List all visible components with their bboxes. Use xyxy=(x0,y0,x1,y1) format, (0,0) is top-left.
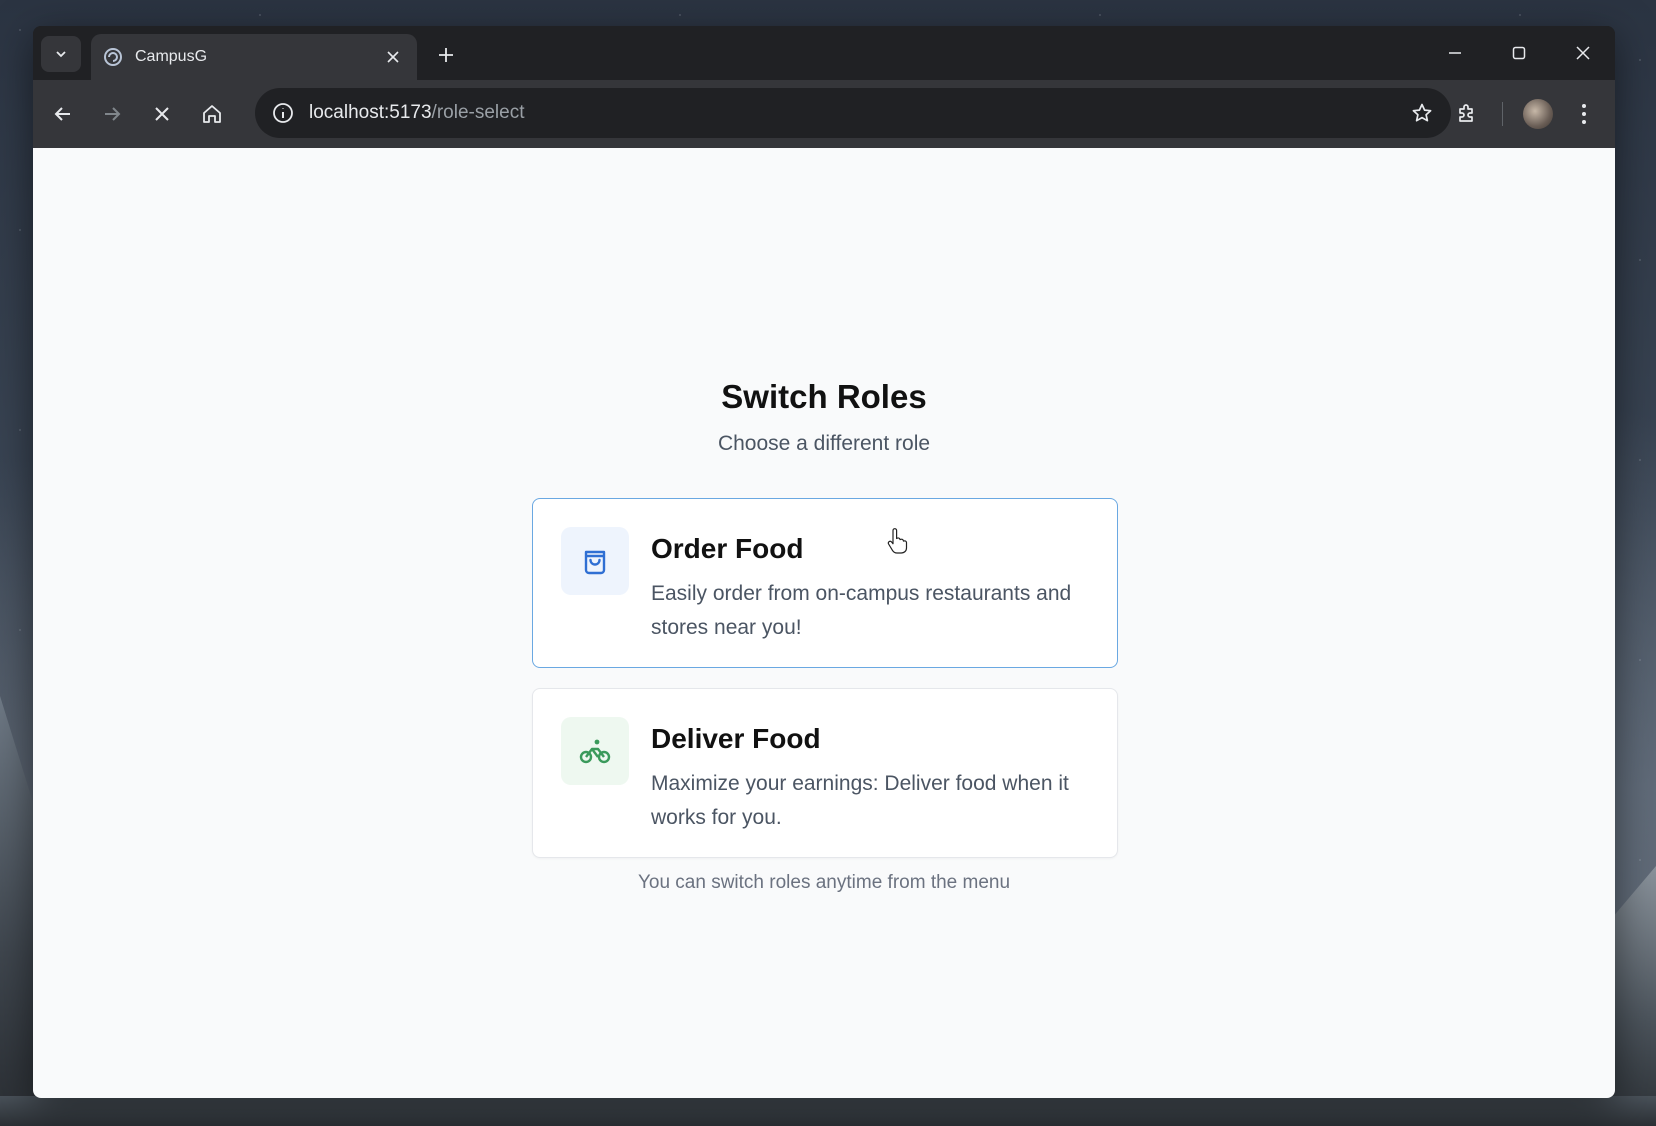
tab-close-button[interactable] xyxy=(381,45,405,69)
background-mountain-right xyxy=(1612,866,1656,1126)
order-food-text: Order Food Easily order from on-campus r… xyxy=(651,527,1089,639)
deliver-food-card[interactable]: Deliver Food Maximize your earnings: Del… xyxy=(532,688,1118,858)
minimize-icon xyxy=(1449,52,1461,54)
browser-tab[interactable]: CampusG xyxy=(91,34,417,80)
avatar xyxy=(1523,99,1553,129)
toolbar-divider xyxy=(1502,102,1503,126)
forward-button[interactable] xyxy=(95,97,129,131)
stop-loading-button[interactable] xyxy=(145,97,179,131)
role-name: Deliver Food xyxy=(651,723,821,754)
tab-title: CampusG xyxy=(135,48,208,65)
role-description: Easily order from on-campus restaurants … xyxy=(651,582,1072,639)
arrow-right-icon xyxy=(105,107,121,121)
url-host: localhost:5173 xyxy=(309,102,432,123)
url-text: localhost:5173/role-select xyxy=(309,102,1407,124)
order-food-card[interactable]: Order Food Easily order from on-campus r… xyxy=(532,498,1118,668)
toolbar-right-actions xyxy=(1444,80,1615,148)
maximize-button[interactable] xyxy=(1487,26,1551,80)
new-tab-button[interactable] xyxy=(431,40,461,70)
tab-search-button[interactable] xyxy=(41,36,81,72)
url-path: /role-select xyxy=(431,102,525,123)
site-info-icon[interactable] xyxy=(269,99,297,127)
deliver-food-icon-tile xyxy=(561,717,629,785)
home-button[interactable] xyxy=(195,97,229,131)
deliver-food-text: Deliver Food Maximize your earnings: Del… xyxy=(651,717,1089,829)
page-viewport: Switch Roles Choose a different role Ord… xyxy=(33,148,1615,1098)
window-controls xyxy=(1423,26,1615,80)
arrow-left-icon xyxy=(54,107,70,121)
maximize-icon xyxy=(1512,46,1526,60)
profile-button[interactable] xyxy=(1515,91,1561,137)
chevron-down-icon xyxy=(56,51,66,58)
role-name: Order Food xyxy=(651,533,804,564)
home-icon xyxy=(203,105,221,123)
browser-menu-button[interactable] xyxy=(1561,91,1607,137)
shopping-bag-icon xyxy=(584,550,606,575)
background-mountain-bottom xyxy=(0,1096,1656,1126)
browser-toolbar: localhost:5173/role-select xyxy=(33,80,1615,148)
tab-strip: CampusG xyxy=(33,26,1615,80)
extensions-button[interactable] xyxy=(1444,91,1490,137)
role-description: Maximize your earnings: Deliver food whe… xyxy=(651,772,1069,829)
switch-roles-hint: You can switch roles anytime from the me… xyxy=(637,872,1011,893)
minimize-button[interactable] xyxy=(1423,26,1487,80)
page-title: Switch Roles xyxy=(721,378,927,415)
close-icon xyxy=(1576,46,1590,60)
browser-window: CampusG localhost:5173/role-select Switc… xyxy=(33,26,1615,1098)
bookmark-star-icon[interactable] xyxy=(1407,98,1437,128)
tab-favicon-icon xyxy=(103,47,123,67)
more-vertical-icon xyxy=(1582,104,1586,124)
page-subtitle: Choose a different role xyxy=(717,432,931,455)
back-button[interactable] xyxy=(46,97,80,131)
order-food-icon-tile xyxy=(561,527,629,595)
address-bar[interactable]: localhost:5173/role-select xyxy=(255,88,1451,138)
bicycle-icon xyxy=(579,739,611,764)
plus-icon xyxy=(439,48,453,62)
hand-cursor-icon xyxy=(887,528,908,554)
close-icon xyxy=(155,107,169,121)
close-window-button[interactable] xyxy=(1551,26,1615,80)
close-icon xyxy=(387,51,399,63)
puzzle-icon xyxy=(1459,104,1473,122)
